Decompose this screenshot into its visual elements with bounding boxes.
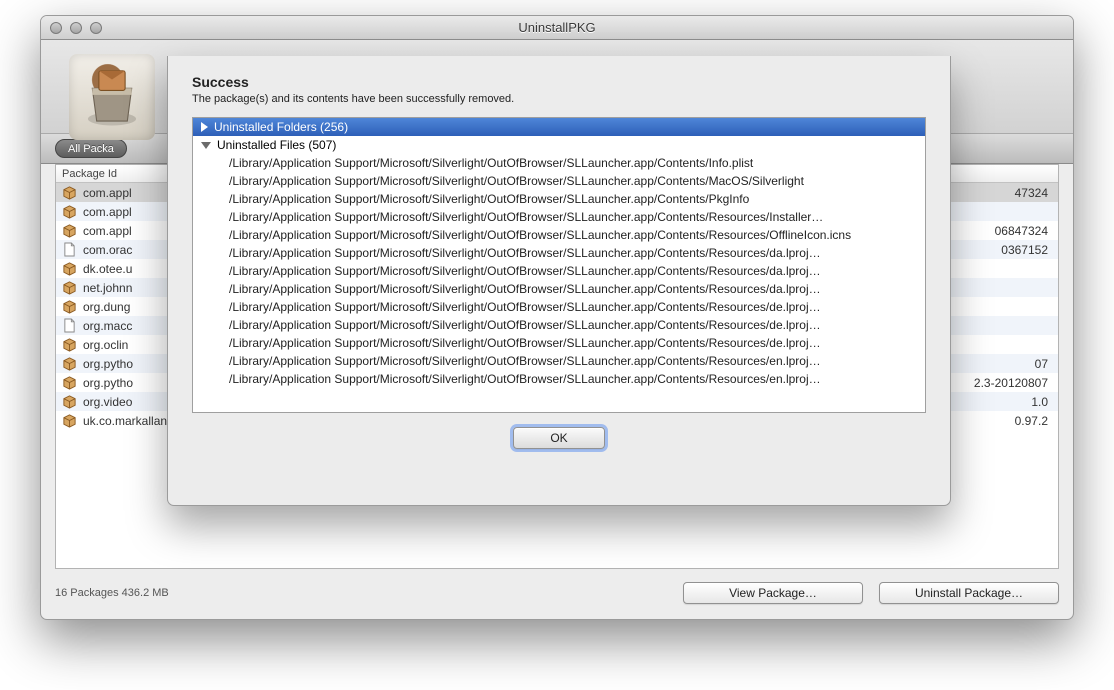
uninstalled-file-path[interactable]: /Library/Application Support/Microsoft/S…	[193, 262, 925, 280]
uninstalled-file-path[interactable]: /Library/Application Support/Microsoft/S…	[193, 154, 925, 172]
window-title: UninstallPKG	[41, 20, 1073, 35]
package-box-icon	[62, 185, 77, 200]
uninstalled-folders-row[interactable]: Uninstalled Folders (256)	[193, 118, 925, 136]
app-window: UninstallPKG All Packa Package Id com.ap…	[40, 15, 1074, 620]
uninstalled-file-path[interactable]: /Library/Application Support/Microsoft/S…	[193, 226, 925, 244]
file-list: /Library/Application Support/Microsoft/S…	[193, 154, 925, 388]
uninstalled-file-path[interactable]: /Library/Application Support/Microsoft/S…	[193, 370, 925, 388]
disclosure-open-icon[interactable]	[201, 142, 211, 149]
row-tail: 0367152	[1001, 243, 1058, 257]
package-box-icon	[62, 223, 77, 238]
uninstalled-file-path[interactable]: /Library/Application Support/Microsoft/S…	[193, 298, 925, 316]
uninstall-package-button[interactable]: Uninstall Package…	[879, 582, 1059, 604]
row-tail: 47324	[1015, 186, 1058, 200]
status-count-text: 16 Packages 436.2 MB	[55, 587, 169, 599]
package-box-icon	[62, 356, 77, 371]
titlebar[interactable]: UninstallPKG	[41, 16, 1073, 40]
sheet-title: Success	[192, 74, 926, 90]
package-box-icon	[62, 261, 77, 276]
package-box-icon	[62, 204, 77, 219]
uninstalled-file-path[interactable]: /Library/Application Support/Microsoft/S…	[193, 280, 925, 298]
app-icon	[69, 54, 155, 140]
document-icon	[62, 242, 77, 257]
status-bar: 16 Packages 436.2 MB View Package… Unins…	[55, 577, 1059, 609]
view-package-button[interactable]: View Package…	[683, 582, 863, 604]
document-icon	[62, 318, 77, 333]
row-tail: 2.3-20120807	[974, 376, 1058, 390]
uninstalled-file-path[interactable]: /Library/Application Support/Microsoft/S…	[193, 172, 925, 190]
uninstalled-file-path[interactable]: /Library/Application Support/Microsoft/S…	[193, 244, 925, 262]
uninstalled-file-path[interactable]: /Library/Application Support/Microsoft/S…	[193, 208, 925, 226]
sheet-subtitle: The package(s) and its contents have bee…	[192, 93, 926, 105]
uninstall-results-list[interactable]: Uninstalled Folders (256) Uninstalled Fi…	[192, 117, 926, 413]
uninstalled-file-path[interactable]: /Library/Application Support/Microsoft/S…	[193, 316, 925, 334]
success-sheet: Success The package(s) and its contents …	[167, 56, 951, 506]
ok-button[interactable]: OK	[513, 427, 605, 449]
row-tail: 1.0	[1031, 395, 1058, 409]
uninstalled-file-path[interactable]: /Library/Application Support/Microsoft/S…	[193, 334, 925, 352]
uninstalled-files-label: Uninstalled Files (507)	[217, 138, 336, 152]
package-box-icon	[62, 299, 77, 314]
uninstalled-file-path[interactable]: /Library/Application Support/Microsoft/S…	[193, 190, 925, 208]
tab-all-packages[interactable]: All Packa	[55, 139, 127, 158]
package-box-icon	[62, 375, 77, 390]
row-tail: 06847324	[995, 224, 1058, 238]
package-box-icon	[62, 337, 77, 352]
row-tail: 0.97.2	[1015, 414, 1058, 428]
row-tail: 07	[1035, 357, 1058, 371]
package-box-icon	[62, 394, 77, 409]
uninstalled-folders-label: Uninstalled Folders (256)	[214, 120, 348, 134]
package-box-icon	[62, 413, 77, 428]
package-box-icon	[62, 280, 77, 295]
uninstalled-file-path[interactable]: /Library/Application Support/Microsoft/S…	[193, 352, 925, 370]
package-trash-icon	[77, 62, 147, 132]
uninstalled-files-row[interactable]: Uninstalled Files (507)	[193, 136, 925, 154]
disclosure-closed-icon[interactable]	[201, 122, 208, 132]
